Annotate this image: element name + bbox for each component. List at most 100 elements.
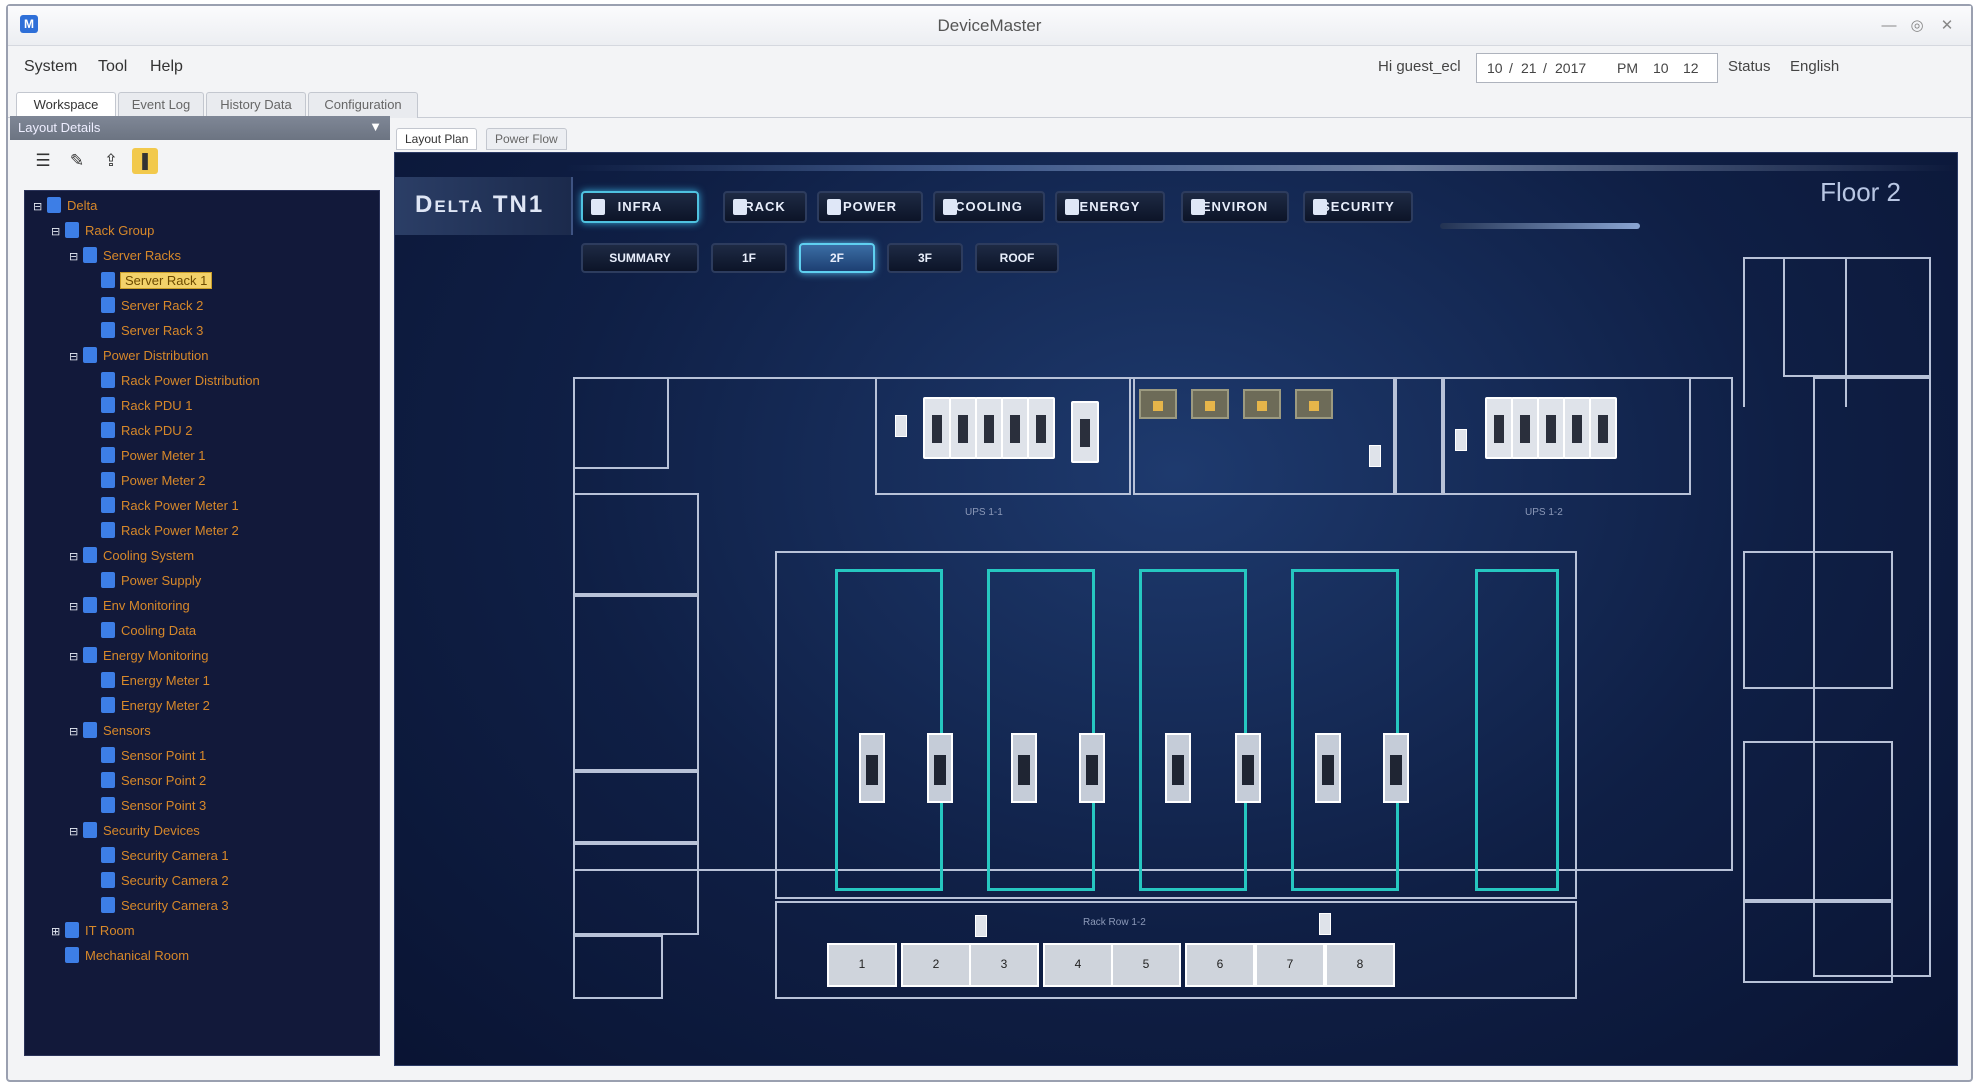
server-rack-icon[interactable]	[1315, 733, 1341, 803]
tree-node[interactable]: Power Supply	[87, 570, 201, 592]
ups-cabinet-icon[interactable]	[1563, 397, 1591, 459]
pdu-icon[interactable]: 4	[1043, 943, 1113, 987]
expand-toggle-icon[interactable]: ⊟	[33, 196, 43, 218]
floor-2f-button[interactable]: 2F	[799, 243, 875, 273]
server-rack-icon[interactable]	[1079, 733, 1105, 803]
tree-node[interactable]: Server Rack 1	[87, 270, 213, 292]
server-pod-1[interactable]	[835, 569, 943, 891]
tab-workspace[interactable]: Workspace	[16, 92, 116, 118]
expand-toggle-icon[interactable]: ⊟	[69, 596, 79, 618]
tree-node[interactable]: ⊟ Delta	[33, 195, 97, 217]
floor-1f-button[interactable]: 1F	[711, 243, 787, 273]
ups-cabinet-icon[interactable]	[1537, 397, 1565, 459]
server-rack-icon[interactable]	[927, 733, 953, 803]
list-view-icon[interactable]: ☰	[30, 148, 56, 174]
nav-energy-button[interactable]: Energy	[1055, 191, 1165, 223]
server-rack-icon[interactable]	[1165, 733, 1191, 803]
tree-node[interactable]: ⊟ Energy Monitoring	[69, 645, 209, 667]
breaker-icon[interactable]	[895, 415, 907, 437]
battery-icon[interactable]	[1295, 389, 1333, 419]
tab-history-data[interactable]: History Data	[206, 92, 306, 118]
pin-icon[interactable]: ▼	[369, 119, 382, 134]
ups-cabinet-icon[interactable]	[1027, 397, 1055, 459]
ups-cabinet-icon[interactable]	[949, 397, 977, 459]
server-pod-2[interactable]	[987, 569, 1095, 891]
datetime-display[interactable]: 10 / 21 / 2017 PM 10 12	[1476, 53, 1718, 83]
pdu-icon[interactable]: 8	[1325, 943, 1395, 987]
nav-cooling-button[interactable]: Cooling	[933, 191, 1045, 223]
expand-toggle-icon[interactable]: ⊟	[69, 721, 79, 743]
ups-cabinet-icon[interactable]	[923, 397, 951, 459]
server-pod-3[interactable]	[1139, 569, 1247, 891]
tree-node[interactable]: Security Camera 3	[87, 895, 229, 917]
tree-node[interactable]: Rack Power Meter 2	[87, 520, 239, 542]
tree-node[interactable]: ⊟ Sensors	[69, 720, 151, 742]
server-rack-icon[interactable]	[859, 733, 885, 803]
sensor-icon[interactable]	[1319, 913, 1331, 935]
pdu-icon[interactable]: 5	[1111, 943, 1181, 987]
ups-cabinet-icon[interactable]	[1511, 397, 1539, 459]
server-rack-icon[interactable]	[1011, 733, 1037, 803]
bookmark-icon[interactable]: ❚	[132, 148, 158, 174]
upload-icon[interactable]: ⇪	[98, 148, 124, 174]
tree-node[interactable]: Rack Power Distribution	[87, 370, 260, 392]
tab-power-flow[interactable]: Power Flow	[486, 128, 567, 150]
floor-summary-button[interactable]: Summary	[581, 243, 699, 273]
expand-toggle-icon[interactable]: ⊟	[51, 221, 61, 243]
tree-node[interactable]: Sensor Point 2	[87, 770, 206, 792]
tree-node[interactable]: Energy Meter 2	[87, 695, 210, 717]
tree-node[interactable]: Mechanical Room	[51, 945, 189, 967]
expand-toggle-icon[interactable]: ⊟	[69, 346, 79, 368]
sensor-icon[interactable]	[1369, 445, 1381, 467]
tree-node[interactable]: ⊟ Cooling System	[69, 545, 194, 567]
device-tree[interactable]: ⊟ Delta ⊟ Rack Group ⊟ Server Racks Server Rac…	[24, 190, 380, 1056]
ups-cabinet-icon[interactable]	[1485, 397, 1513, 459]
expand-toggle-icon[interactable]: ⊞	[51, 921, 61, 943]
battery-icon[interactable]	[1139, 389, 1177, 419]
pdu-icon[interactable]: 3	[969, 943, 1039, 987]
nav-infra-button[interactable]: Infra	[581, 191, 699, 223]
nav-security-button[interactable]: Security	[1303, 191, 1413, 223]
tree-node[interactable]: Sensor Point 3	[87, 795, 206, 817]
nav-environ-button[interactable]: Environ	[1181, 191, 1289, 223]
ups-cabinet-icon[interactable]	[975, 397, 1003, 459]
expand-toggle-icon[interactable]: ⊟	[69, 646, 79, 668]
tree-node[interactable]: Server Rack 2	[87, 295, 203, 317]
server-rack-icon[interactable]	[1383, 733, 1409, 803]
battery-icon[interactable]	[1243, 389, 1281, 419]
tab-configuration[interactable]: Configuration	[308, 92, 418, 118]
tab-event-log[interactable]: Event Log	[118, 92, 204, 118]
maximize-icon[interactable]: ◎	[1906, 16, 1928, 36]
tree-node[interactable]: Power Meter 1	[87, 445, 206, 467]
tree-node[interactable]: Server Rack 3	[87, 320, 203, 342]
language-selector[interactable]: English	[1790, 58, 1839, 75]
pdu-icon[interactable]: 1	[827, 943, 897, 987]
floor-3f-button[interactable]: 3F	[887, 243, 963, 273]
menu-system[interactable]: System	[24, 58, 77, 76]
edit-tool-icon[interactable]: ✎	[64, 148, 90, 174]
tree-node[interactable]: Cooling Data	[87, 620, 196, 642]
pdu-icon[interactable]: 2	[901, 943, 971, 987]
tree-node[interactable]: ⊞ IT Room	[51, 920, 135, 942]
tree-node[interactable]: Security Camera 2	[87, 870, 229, 892]
battery-icon[interactable]	[1191, 389, 1229, 419]
expand-toggle-icon[interactable]: ⊟	[69, 821, 79, 843]
ups-cabinet-icon[interactable]	[1589, 397, 1617, 459]
ups-cabinet-icon[interactable]	[1001, 397, 1029, 459]
server-pod-5[interactable]	[1475, 569, 1559, 891]
floor-roof-button[interactable]: Roof	[975, 243, 1059, 273]
tree-node[interactable]: Security Camera 1	[87, 845, 229, 867]
minimize-icon[interactable]: —	[1878, 16, 1900, 36]
tree-node[interactable]: Rack Power Meter 1	[87, 495, 239, 517]
pdu-icon[interactable]: 7	[1255, 943, 1325, 987]
ups-bypass-icon[interactable]	[1071, 401, 1099, 463]
tab-layout-plan[interactable]: Layout Plan	[396, 128, 478, 150]
status-label[interactable]: Status	[1728, 58, 1771, 75]
tree-node[interactable]: Rack PDU 1	[87, 395, 193, 417]
menu-help[interactable]: Help	[150, 58, 183, 76]
menu-tool[interactable]: Tool	[98, 58, 127, 76]
sensor-icon[interactable]	[975, 915, 987, 937]
pdu-icon[interactable]: 6	[1185, 943, 1255, 987]
tree-node[interactable]: ⊟ Rack Group	[51, 220, 154, 242]
tree-node[interactable]: Energy Meter 1	[87, 670, 210, 692]
